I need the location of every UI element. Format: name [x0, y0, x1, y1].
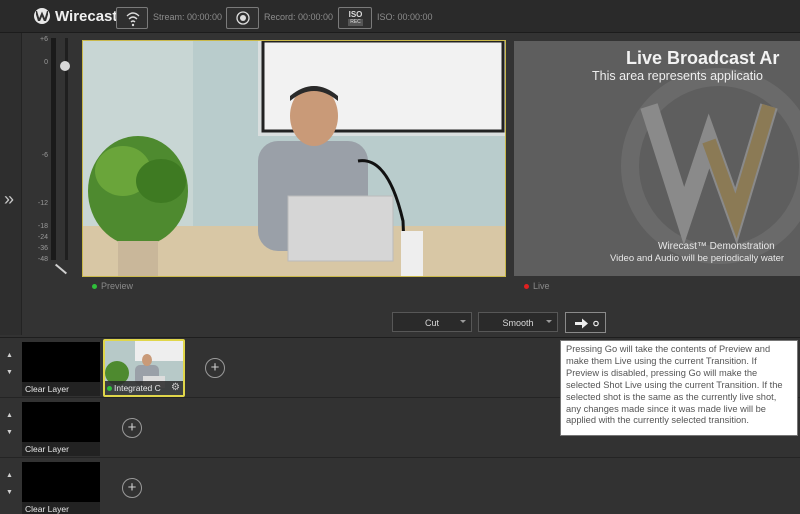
- expand-panel-icon[interactable]: »: [4, 190, 14, 208]
- preview-label: Preview: [92, 281, 133, 291]
- preview-status-dot: [92, 284, 97, 290]
- level-meter-bar: [51, 38, 56, 260]
- go-arrow-icon: [575, 318, 599, 329]
- left-panel-strip: »: [0, 33, 22, 335]
- shot-live-dot: [107, 386, 112, 392]
- preview-monitor[interactable]: [82, 40, 506, 277]
- shot-clear-layer[interactable]: Clear Layer: [22, 342, 100, 396]
- record-button[interactable]: [226, 7, 259, 29]
- live-label-text: Live: [533, 281, 550, 291]
- add-shot-button[interactable]: +: [205, 358, 225, 378]
- iso-record-icon: ISO REC: [348, 10, 363, 26]
- stream-button[interactable]: [116, 7, 148, 29]
- iso-timer: ISO: 00:00:00: [377, 12, 433, 22]
- live-label: Live: [524, 281, 550, 291]
- smooth-transition-dropdown[interactable]: Smooth: [478, 312, 558, 332]
- chevron-down-icon: [460, 320, 466, 323]
- volume-slider-knob[interactable]: [60, 61, 70, 71]
- go-button[interactable]: [565, 312, 606, 333]
- chevron-down-icon: [546, 320, 552, 323]
- layer-reorder-arrows[interactable]: ▲ ▼: [6, 467, 13, 501]
- record-timer: Record: 00:00:00: [264, 12, 334, 22]
- mute-icon[interactable]: [54, 263, 68, 275]
- stream-icon: [126, 12, 140, 27]
- gear-icon[interactable]: ⚙: [171, 382, 180, 393]
- layer-reorder-arrows[interactable]: ▲ ▼: [6, 347, 13, 381]
- wirecast-logo-icon: [34, 8, 50, 24]
- demo-notice-line2: Video and Audio will be periodically wat…: [610, 253, 785, 264]
- preview-video-image: [83, 41, 505, 276]
- meter-tick: -24: [37, 234, 48, 241]
- live-status-dot: [524, 284, 529, 290]
- live-monitor[interactable]: Live Broadcast Ar This area represents a…: [514, 41, 800, 276]
- iso-icon-label: ISO: [348, 10, 363, 19]
- preview-label-text: Preview: [101, 281, 134, 291]
- add-shot-button[interactable]: +: [122, 478, 142, 498]
- audio-meter: +6 0 -6 -12 -18 -24 -36 -48: [24, 33, 80, 283]
- shot-clear-layer[interactable]: Clear Layer: [22, 402, 100, 456]
- layer-reorder-arrows[interactable]: ▲ ▼: [6, 407, 13, 441]
- meter-tick: -36: [37, 245, 48, 252]
- layer-row: ▲ ▼ Clear Layer +: [0, 458, 800, 514]
- go-button-tooltip: Pressing Go will take the contents of Pr…: [560, 340, 798, 436]
- app-title: Wirecast: [55, 8, 118, 25]
- volume-slider-track[interactable]: [65, 38, 68, 260]
- shot-label: Clear Layer: [22, 442, 100, 456]
- meter-tick: -12: [37, 200, 48, 207]
- shot-clear-layer[interactable]: Clear Layer: [22, 462, 100, 514]
- cut-transition-dropdown[interactable]: Cut: [392, 312, 472, 332]
- meter-tick: +6: [40, 36, 48, 43]
- iso-record-button[interactable]: ISO REC: [338, 7, 372, 29]
- shot-label: Integrated C: [114, 383, 161, 393]
- live-area-subtitle: This area represents applicatio: [592, 69, 763, 83]
- shot-integrated-camera[interactable]: Integrated C ⚙: [103, 339, 185, 397]
- iso-icon-sub: REC: [348, 19, 363, 26]
- shot-label: Clear Layer: [22, 502, 100, 514]
- add-shot-button[interactable]: +: [122, 418, 142, 438]
- meter-tick: -6: [41, 152, 48, 159]
- meter-tick: -48: [37, 256, 48, 263]
- shot-label: Clear Layer: [22, 382, 100, 396]
- record-icon: [236, 11, 250, 25]
- demo-notice-line1: Wirecast™ Demonstration: [658, 241, 775, 252]
- shot-label-container: Integrated C ⚙: [105, 381, 183, 395]
- meter-tick: -18: [37, 223, 48, 230]
- meter-tick: 0: [44, 59, 48, 66]
- wirecast-window: Wirecast Stream: 00:00:00 Record: 00:00:…: [0, 0, 800, 514]
- live-area-title: Live Broadcast Ar: [626, 48, 780, 68]
- stream-timer: Stream: 00:00:00: [153, 12, 223, 22]
- top-toolbar: Wirecast Stream: 00:00:00 Record: 00:00:…: [0, 0, 800, 33]
